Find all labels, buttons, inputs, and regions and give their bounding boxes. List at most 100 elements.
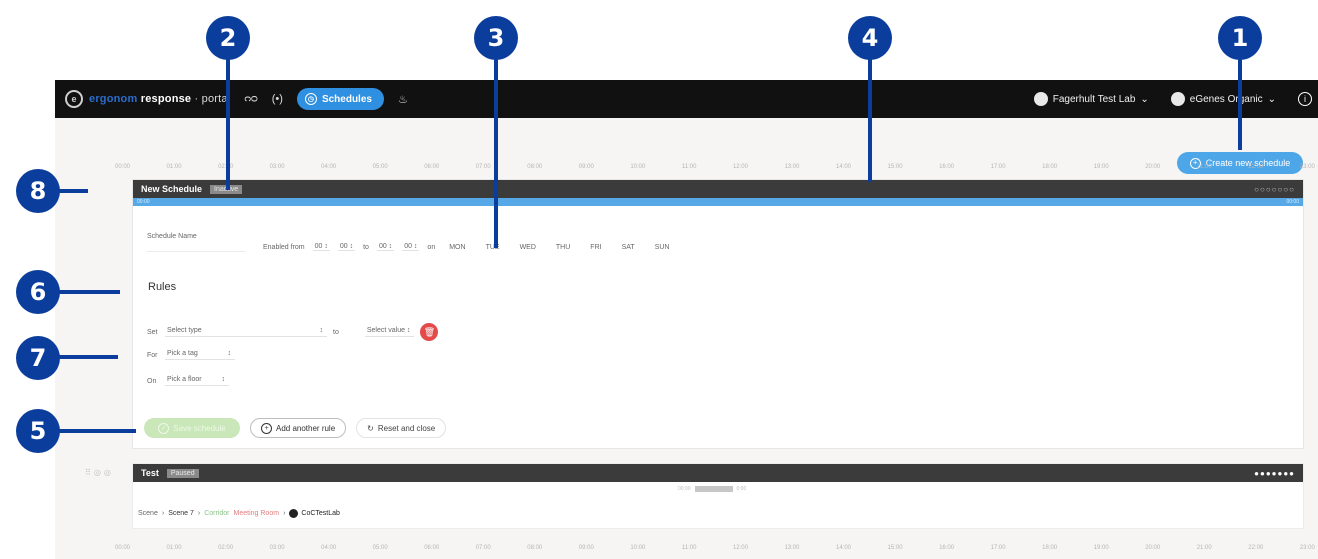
day-sat[interactable]: SAT — [622, 244, 635, 251]
timeline-hour-label: 20:00 — [1145, 545, 1161, 551]
clock-icon: ◷ — [304, 93, 317, 105]
check-icon: ✓ — [158, 422, 170, 434]
callout-line-3 — [494, 58, 498, 248]
pick-tag-dropdown[interactable]: Pick a tag ↕ — [165, 350, 235, 360]
end-hour-select[interactable]: 00 ↕ — [376, 243, 395, 251]
devices-nav-icon[interactable]: ᴒᴑ — [244, 93, 257, 105]
row-controls: ⠿ ◎ ◎ — [85, 468, 111, 477]
bar-right-time: 0:00 — [736, 486, 747, 492]
alarm-icon[interactable]: ♨ — [398, 93, 408, 106]
schedule-time-bar[interactable]: 00:00 00:00 — [133, 198, 1303, 206]
enabled-time-row: Enabled from 00 ↕ 00 ↕ to 00 ↕ 00 ↕ on M… — [263, 243, 669, 251]
timeline-bottom: 00:00 01:00 02:00 03:00 04:00 05:00 06:00 07:00… — [115, 545, 1315, 555]
start-minute-select[interactable]: 00 ↕ — [337, 243, 356, 251]
start-hour-select[interactable]: 00 ↕ — [312, 243, 330, 251]
select-value-dropdown[interactable]: Select value ↕ — [364, 327, 415, 337]
schedule-header[interactable]: New Schedule Inactive ○○○○○○○ — [133, 180, 1303, 198]
timeline-hour-label: 18:00 — [1042, 545, 1058, 551]
rules-heading: Rules — [148, 281, 177, 293]
day-selector: MON TUE WED THU FRI SAT SUN — [449, 244, 669, 251]
drag-handle-icon[interactable]: ⠿ — [85, 468, 91, 477]
timeline-hour-label: 22:00 — [1248, 545, 1264, 551]
timeline-hour-label: 23:00 — [1299, 545, 1315, 551]
rule-set-row: Set Select type ↕ to Select value ↕ 🗑 — [147, 323, 439, 341]
pause-icon[interactable]: ◎ — [104, 468, 111, 477]
callout-line-1 — [1238, 58, 1242, 150]
timeline-hour-label: 01:00 — [166, 164, 182, 170]
add-rule-button[interactable]: + Add another rule — [250, 418, 347, 438]
org-selector[interactable]: eGenes Organic ⌄ — [1170, 92, 1276, 106]
timeline-hour-label: 17:00 — [990, 164, 1006, 170]
timeline-hour-label: 19:00 — [1093, 164, 1109, 170]
timeline-hour-label: 14:00 — [836, 164, 852, 170]
sensors-nav-icon[interactable]: (•) — [272, 93, 283, 105]
day-fri[interactable]: FRI — [590, 244, 601, 251]
callout-line-7 — [58, 355, 118, 359]
day-thu[interactable]: THU — [556, 244, 570, 251]
arrow-icon: › — [283, 510, 286, 517]
timeline-hour-label: 13:00 — [784, 164, 800, 170]
timeline-hour-label: 03:00 — [269, 545, 285, 551]
timeline-hour-label: 07:00 — [475, 164, 491, 170]
timeline-hour-label: 08:00 — [527, 164, 543, 170]
timeline-hour-label: 12:00 — [732, 545, 748, 551]
timeline-hour-label: 05:00 — [372, 164, 388, 170]
scene-value: Scene 7 — [168, 510, 194, 517]
timeline-hour-label: 18:00 — [1042, 164, 1058, 170]
schedule-title: Test — [141, 468, 159, 478]
timeline-hour-label: 21:00 — [1196, 545, 1212, 551]
callout-7: 7 — [16, 336, 60, 380]
on-label: on — [427, 243, 436, 251]
save-schedule-button[interactable]: ✓ Save schedule — [144, 418, 240, 438]
day-sun[interactable]: SUN — [655, 244, 670, 251]
callout-line-5 — [58, 429, 136, 433]
sort-icon: ↕ — [227, 350, 232, 357]
tag-corridor: Corridor — [204, 510, 230, 517]
sort-icon: ↕ — [319, 327, 324, 334]
time-segment — [694, 486, 733, 492]
info-icon[interactable]: i — [1298, 92, 1312, 106]
callout-line-8 — [58, 189, 88, 193]
chevron-down-icon: ⌄ — [1267, 93, 1276, 105]
save-label: Save schedule — [173, 423, 226, 433]
rule-for-row: For Pick a tag ↕ — [147, 350, 235, 360]
pick-floor-dropdown[interactable]: Pick a floor ↕ — [165, 376, 229, 386]
schedule-title: New Schedule — [141, 184, 203, 194]
day-wed[interactable]: WED — [520, 244, 536, 251]
lab-selector[interactable]: Fagerhult Test Lab ⌄ — [1033, 92, 1149, 106]
timeline-hour-label: 20:00 — [1145, 164, 1161, 170]
end-minute-select[interactable]: 00 ↕ — [402, 243, 420, 251]
callout-1: 1 — [1218, 16, 1262, 60]
callout-line-4 — [868, 58, 872, 182]
to-label: to — [333, 328, 339, 336]
timeline-hour-label: 08:00 — [527, 545, 543, 551]
add-rule-label: Add another rule — [276, 423, 336, 433]
tab-schedules[interactable]: ◷ Schedules — [296, 88, 384, 110]
tag-meeting-room: Meeting Room — [233, 510, 280, 517]
timeline-hour-label: 09:00 — [578, 545, 594, 551]
floor-chip: CoCTestLab — [289, 509, 340, 518]
callout-8: 8 — [16, 169, 60, 213]
arrow-icon: › — [161, 510, 165, 517]
reset-close-button[interactable]: ↻ Reset and close — [356, 418, 447, 438]
arrow-icon: › — [197, 510, 201, 517]
timeline-hour-label: 22:00 — [1248, 164, 1264, 170]
plus-circle-icon: + — [261, 422, 272, 434]
timeline-hour-label: 03:00 — [269, 164, 285, 170]
more-options-icon[interactable]: ●●●●●●● — [1254, 469, 1295, 478]
day-mon[interactable]: MON — [449, 244, 465, 251]
schedule-actions: ✓ Save schedule + Add another rule ↻ Res… — [144, 418, 447, 438]
schedule-header[interactable]: Test Paused ●●●●●●● — [133, 464, 1303, 482]
schedule-time-bar[interactable]: 00:00 0:00 — [678, 486, 746, 492]
more-options-icon[interactable]: ○○○○○○○ — [1254, 185, 1295, 194]
select-type-dropdown[interactable]: Select type ↕ — [165, 327, 327, 337]
timeline-hour-label: 17:00 — [990, 545, 1006, 551]
delete-rule-button[interactable]: 🗑 — [420, 323, 439, 341]
app-logo[interactable]: ergonom response · portal — [89, 93, 230, 105]
org-avatar — [1170, 92, 1185, 106]
reset-icon: ↻ — [367, 423, 374, 433]
timeline-hour-label: 16:00 — [939, 545, 955, 551]
play-icon[interactable]: ◎ — [94, 468, 101, 477]
to-label: to — [363, 243, 369, 251]
timeline-hour-label: 07:00 — [475, 545, 491, 551]
